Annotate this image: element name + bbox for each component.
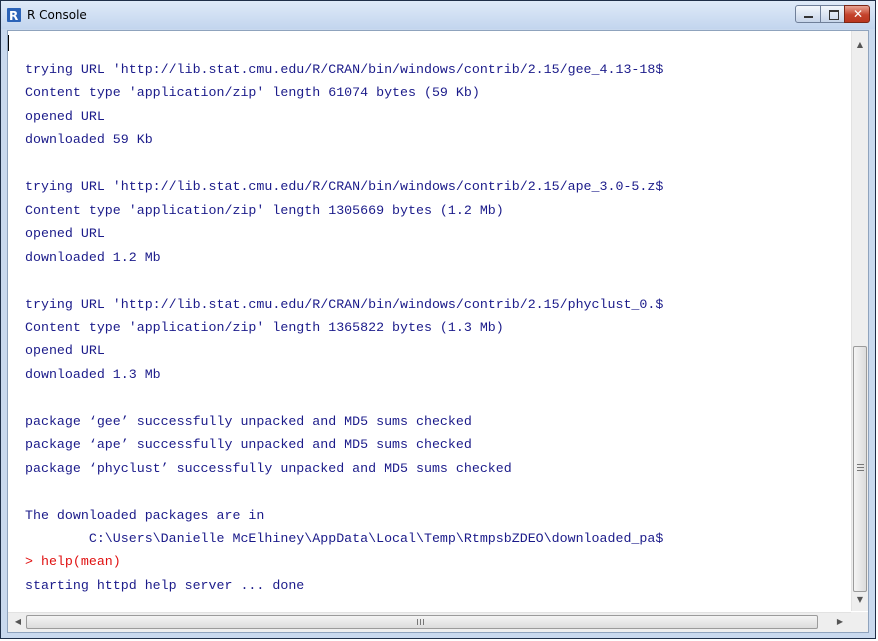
console-output[interactable]: trying URL 'http://lib.stat.cmu.edu/R/CR… (8, 31, 851, 611)
close-button[interactable]: ✕ (844, 5, 870, 23)
console-output-line: The downloaded packages are in (25, 507, 265, 523)
console-output-line: C:\Users\Danielle McElhiney\AppData\Loca… (25, 531, 664, 546)
console-output-line: opened URL (25, 343, 105, 359)
console-prompt[interactable]: > (25, 600, 100, 611)
text-cursor (8, 35, 9, 51)
console-output-line: trying URL 'http://lib.stat.cmu.edu/R/CR… (25, 179, 664, 195)
scroll-down-icon[interactable]: ▼ (852, 595, 868, 604)
r-logo-icon: R (7, 8, 21, 22)
svg-text:R: R (9, 9, 18, 22)
console-output-line: downloaded 59 Kb (25, 132, 153, 148)
minimize-icon (804, 16, 813, 18)
grip-line (857, 467, 864, 468)
maximize-icon (829, 10, 839, 20)
console-output-line: Content type 'application/zip' length 13… (25, 319, 504, 335)
horizontal-scrollbar[interactable]: ◀ ▶ (8, 612, 851, 632)
console-output-line: package ‘ape’ successfully unpacked and … (25, 437, 472, 453)
maximize-button[interactable] (820, 5, 845, 23)
console-output-line: downloaded 1.3 Mb (25, 366, 161, 382)
scroll-left-icon[interactable]: ◀ (10, 617, 26, 626)
grip-line (423, 619, 424, 625)
console-output-line: downloaded 1.2 Mb (25, 249, 161, 265)
grip-line (857, 470, 864, 471)
minimize-button[interactable] (795, 5, 821, 23)
grip-line (417, 619, 418, 625)
resize-corner[interactable] (851, 612, 868, 632)
console-output-line: Content type 'application/zip' length 61… (25, 85, 480, 101)
grip-line (857, 464, 864, 465)
close-icon: ✕ (853, 7, 864, 21)
console-output-line: Content type 'application/zip' length 13… (25, 202, 504, 218)
console-output-line: trying URL 'http://lib.stat.cmu.edu/R/CR… (25, 296, 664, 312)
console-output-line: package ‘gee’ successfully unpacked and … (25, 413, 472, 429)
horizontal-scroll-thumb[interactable] (26, 615, 818, 629)
scroll-up-icon[interactable]: ▲ (852, 40, 868, 49)
title-bar[interactable]: R R Console ✕ (1, 1, 875, 29)
console-output-line: opened URL (25, 226, 105, 242)
window-title: R Console (27, 8, 87, 22)
console-input-line: > help(mean) (25, 554, 121, 570)
console-client-area: trying URL 'http://lib.stat.cmu.edu/R/CR… (7, 30, 869, 633)
vertical-scrollbar[interactable]: ▲ ▼ (851, 31, 868, 611)
console-output-line: opened URL (25, 108, 105, 124)
vertical-scroll-thumb[interactable] (853, 346, 867, 592)
console-output-line: trying URL 'http://lib.stat.cmu.edu/R/CR… (25, 62, 664, 77)
console-output-line: starting httpd help server ... done (25, 577, 305, 593)
r-console-window: R R Console ✕ trying URL 'http://lib.sta… (0, 0, 876, 639)
grip-line (420, 619, 421, 625)
scroll-right-icon[interactable]: ▶ (832, 617, 848, 626)
console-output-line: package ‘phyclust’ successfully unpacked… (25, 460, 512, 476)
